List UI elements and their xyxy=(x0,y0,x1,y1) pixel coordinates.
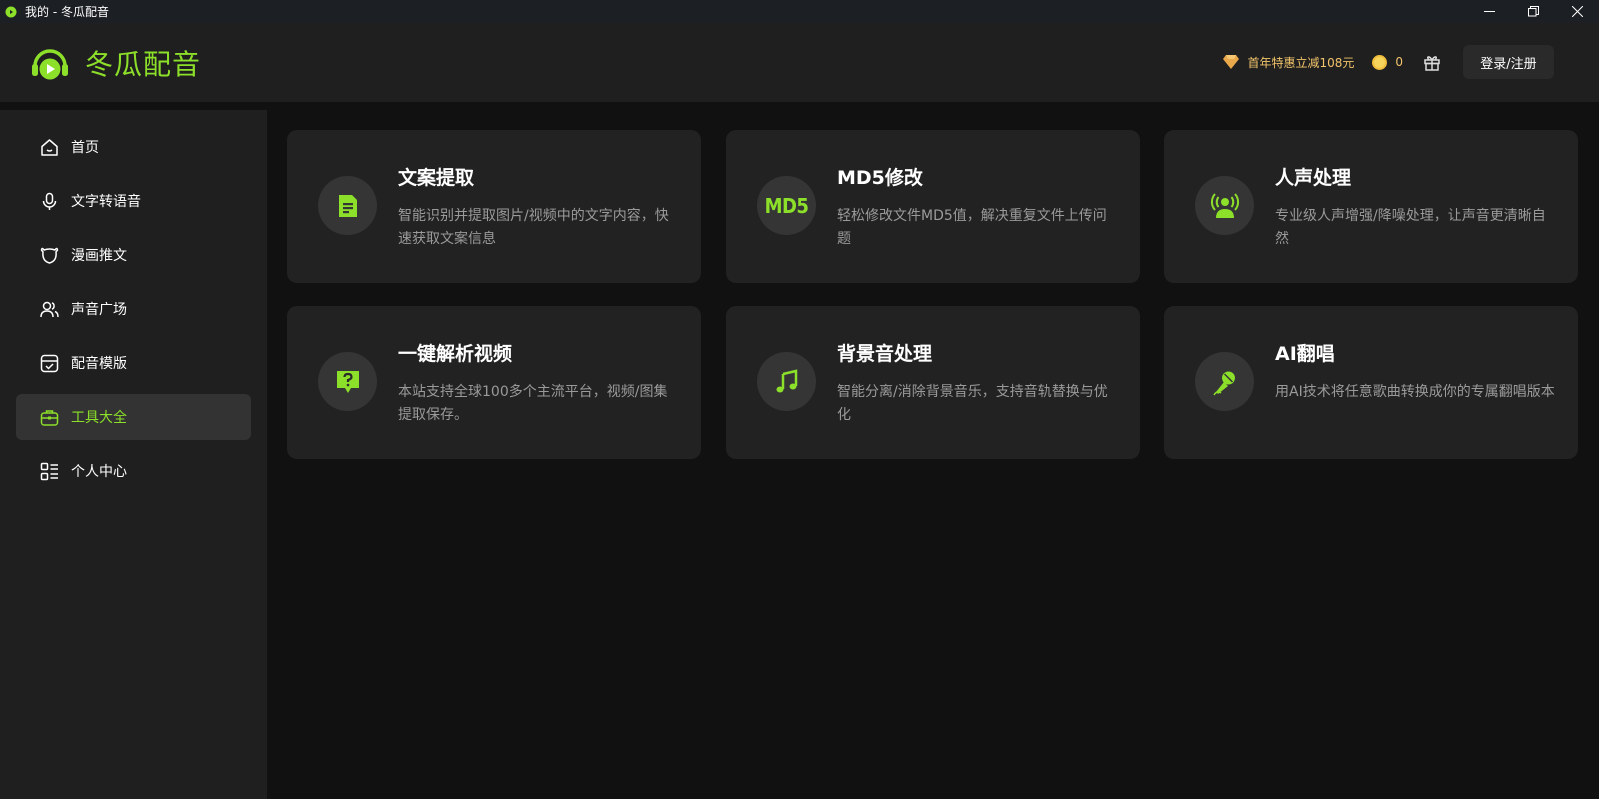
tool-card-title: 文案提取 xyxy=(398,167,475,189)
restore-icon xyxy=(1527,6,1539,17)
restore-button[interactable] xyxy=(1511,0,1555,23)
header-actions: 首年特惠立减108元 0 登录/注册 xyxy=(1223,45,1554,79)
close-button[interactable] xyxy=(1555,0,1599,23)
tool-card-ai-cover[interactable]: AI翻唱 用AI技术将任意歌曲转换成你的专属翻唱版本 xyxy=(1164,306,1578,459)
app-header: 冬瓜配音 首年特惠立减108元 0 登录/注册 xyxy=(0,23,1599,102)
close-icon xyxy=(1571,6,1583,17)
window-controls xyxy=(1467,0,1599,23)
sidebar-item-label: 漫画推文 xyxy=(71,248,127,264)
tool-card-video-parse[interactable]: 一键解析视频 本站支持全球100多个主流平台，视频/图集提取保存。 xyxy=(287,306,701,459)
tool-card-title: 一键解析视频 xyxy=(398,343,513,365)
tool-card-title: 人声处理 xyxy=(1275,167,1352,189)
tool-card-title: 背景音处理 xyxy=(837,343,933,365)
tool-card-voice-process[interactable]: 人声处理 专业级人声增强/降噪处理，让声音更清晰自然 xyxy=(1164,130,1578,283)
coin-balance[interactable]: 0 xyxy=(1372,54,1403,70)
tool-icon-circle xyxy=(318,352,377,411)
coin-count: 0 xyxy=(1395,55,1403,69)
microphone-icon xyxy=(40,192,59,211)
tool-card-description: 用AI技术将任意歌曲转换成你的专属翻唱版本 xyxy=(1275,384,1555,400)
diamond-icon xyxy=(1223,55,1240,69)
sidebar-item-voice-square[interactable]: 声音广场 xyxy=(16,286,251,332)
window-titlebar: 我的 - 冬瓜配音 xyxy=(0,0,1599,23)
tool-card-title: AI翻唱 xyxy=(1275,343,1335,365)
headphones-logo-icon xyxy=(32,49,68,80)
sidebar: 首页 文字转语音 漫画推文 声音广场 配音模版 工具大全 个人中心 xyxy=(0,110,267,799)
voice-broadcast-icon xyxy=(1210,192,1239,218)
question-chat-icon xyxy=(336,370,359,393)
tool-card-description: 智能分离/消除背景音乐，支持音轨替换与优化 xyxy=(837,384,1108,423)
sidebar-item-tools[interactable]: 工具大全 xyxy=(16,394,251,440)
profile-list-icon xyxy=(40,462,59,481)
coin-icon xyxy=(1372,54,1388,70)
sidebar-item-templates[interactable]: 配音模版 xyxy=(16,340,251,386)
tool-icon-circle xyxy=(318,176,377,235)
sidebar-item-label: 个人中心 xyxy=(71,464,127,480)
music-note-icon xyxy=(776,368,797,392)
toolbox-icon xyxy=(40,408,59,427)
sidebar-item-home[interactable]: 首页 xyxy=(16,124,251,170)
home-icon xyxy=(40,138,59,157)
tool-card-description: 专业级人声增强/降噪处理，让声音更清晰自然 xyxy=(1275,208,1546,247)
promo-text: 首年特惠立减108元 xyxy=(1247,55,1355,70)
tool-card-description: 智能识别并提取图片/视频中的文字内容，快速获取文案信息 xyxy=(398,208,669,247)
minimize-icon xyxy=(1483,11,1495,12)
brand[interactable]: 冬瓜配音 xyxy=(29,42,201,84)
bear-icon xyxy=(40,246,59,265)
sidebar-item-label: 文字转语音 xyxy=(71,194,141,210)
app-logo-icon xyxy=(5,6,17,18)
sidebar-item-comic[interactable]: 漫画推文 xyxy=(16,232,251,278)
brand-name: 冬瓜配音 xyxy=(85,48,202,81)
window-title: 我的 - 冬瓜配音 xyxy=(25,5,109,19)
tool-card-title: MD5修改 xyxy=(837,167,923,189)
tool-card-bg-music[interactable]: 背景音处理 智能分离/消除背景音乐，支持音轨替换与优化 xyxy=(726,306,1140,459)
tool-icon-circle: MD5 xyxy=(757,176,816,235)
sidebar-item-profile[interactable]: 个人中心 xyxy=(16,448,251,494)
promo-banner[interactable]: 首年特惠立减108元 xyxy=(1223,54,1354,71)
people-icon xyxy=(40,300,59,319)
sidebar-item-label: 首页 xyxy=(71,140,99,156)
gift-icon[interactable] xyxy=(1423,53,1441,71)
tool-card-description: 本站支持全球100多个主流平台，视频/图集提取保存。 xyxy=(398,384,668,423)
md5-icon: MD5 xyxy=(764,193,809,218)
sidebar-item-label: 工具大全 xyxy=(71,410,127,426)
sidebar-item-label: 声音广场 xyxy=(71,302,127,318)
tool-icon-circle xyxy=(757,352,816,411)
tool-card-md5[interactable]: MD5 MD5修改 轻松修改文件MD5值，解决重复文件上传问题 xyxy=(726,130,1140,283)
document-icon xyxy=(338,194,357,217)
tool-icon-circle xyxy=(1195,352,1254,411)
minimize-button[interactable] xyxy=(1467,0,1511,23)
sidebar-item-label: 配音模版 xyxy=(71,356,127,372)
microphone-sing-icon xyxy=(1212,371,1235,395)
template-icon xyxy=(40,354,59,373)
login-register-button[interactable]: 登录/注册 xyxy=(1463,45,1554,79)
tool-card-text-extract[interactable]: 文案提取 智能识别并提取图片/视频中的文字内容，快速获取文案信息 xyxy=(287,130,701,283)
tool-icon-circle xyxy=(1195,176,1254,235)
tool-card-description: 轻松修改文件MD5值，解决重复文件上传问题 xyxy=(837,208,1107,247)
sidebar-item-text-to-speech[interactable]: 文字转语音 xyxy=(16,178,251,224)
